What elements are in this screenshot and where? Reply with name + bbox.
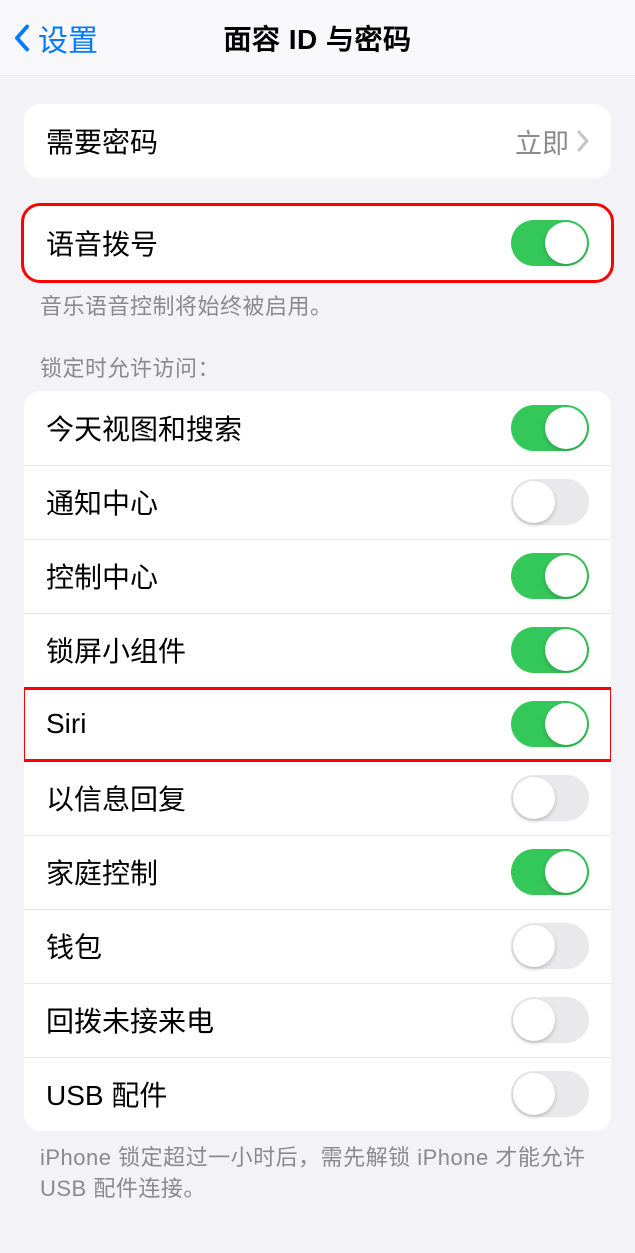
lock-row-label-reply: 以信息回复: [46, 778, 511, 818]
lock-row-today: 今天视图和搜索: [24, 391, 611, 465]
lock-toggle-callback[interactable]: [511, 997, 589, 1043]
lock-toggle-today[interactable]: [511, 405, 589, 451]
lock-access-group: 今天视图和搜索通知中心控制中心锁屏小组件 Siri 以信息回复家庭控制钱包回拨未接来…: [24, 391, 611, 1131]
lock-row-label-widgets: 锁屏小组件: [46, 630, 511, 670]
lock-toggle-widgets[interactable]: [511, 627, 589, 673]
voice-dial-label: 语音拨号: [46, 223, 511, 263]
lock-row-label-today: 今天视图和搜索: [46, 408, 511, 448]
lock-row-label-wallet: 钱包: [46, 926, 511, 966]
voice-dial-row: 语音拨号: [24, 206, 611, 280]
lock-row-label-home: 家庭控制: [46, 852, 511, 892]
lock-toggle-siri[interactable]: [511, 701, 589, 747]
nav-bar: 设置 面容 ID 与密码: [0, 0, 635, 76]
require-passcode-group: 需要密码 立即: [24, 104, 611, 178]
voice-dial-group: 语音拨号: [24, 206, 611, 280]
lock-row-wallet: 钱包: [24, 909, 611, 983]
lock-toggle-notifications[interactable]: [511, 479, 589, 525]
lock-toggle-wallet[interactable]: [511, 923, 589, 969]
lock-row-siri: Siri: [24, 687, 611, 761]
lock-row-widgets: 锁屏小组件: [24, 613, 611, 687]
voice-dial-toggle[interactable]: [511, 220, 589, 266]
page-title: 面容 ID 与密码: [223, 18, 411, 58]
chevron-left-icon: [14, 24, 30, 52]
lock-toggle-home[interactable]: [511, 849, 589, 895]
back-label: 设置: [38, 16, 98, 60]
lock-row-reply: 以信息回复: [24, 761, 611, 835]
require-passcode-value: 立即: [515, 122, 569, 161]
lock-row-home: 家庭控制: [24, 835, 611, 909]
lock-row-callback: 回拨未接来电: [24, 983, 611, 1057]
lock-section-footnote: iPhone 锁定超过一小时后，需先解锁 iPhone 才能允许 USB 配件连…: [40, 1143, 595, 1205]
lock-toggle-usb[interactable]: [511, 1071, 589, 1117]
lock-row-label-callback: 回拨未接来电: [46, 1000, 511, 1040]
require-passcode-row[interactable]: 需要密码 立即: [24, 104, 611, 178]
lock-row-label-usb: USB 配件: [46, 1074, 511, 1114]
lock-row-label-control: 控制中心: [46, 556, 511, 596]
lock-section-header: 锁定时允许访问：: [40, 351, 595, 383]
lock-row-label-notifications: 通知中心: [46, 482, 511, 522]
lock-row-control: 控制中心: [24, 539, 611, 613]
lock-toggle-control[interactable]: [511, 553, 589, 599]
lock-row-notifications: 通知中心: [24, 465, 611, 539]
lock-toggle-reply[interactable]: [511, 775, 589, 821]
chevron-right-icon: [577, 130, 589, 152]
back-button[interactable]: 设置: [0, 16, 108, 60]
voice-dial-footnote: 音乐语音控制将始终被启用。: [40, 292, 595, 323]
require-passcode-label: 需要密码: [46, 121, 515, 161]
lock-row-label-siri: Siri: [46, 708, 511, 740]
lock-row-usb: USB 配件: [24, 1057, 611, 1131]
